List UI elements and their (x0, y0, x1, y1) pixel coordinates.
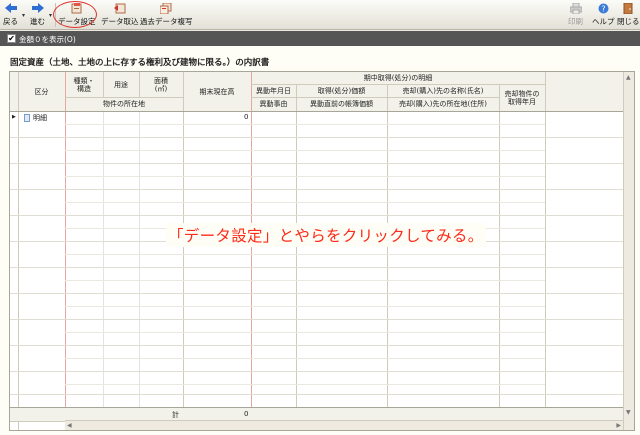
content-area: 固定資産（土地、土地の上に存する権利及び建物に限る。）の内訳書 区分 種類・ 構… (0, 46, 640, 435)
forward-button[interactable]: 進む (30, 2, 45, 28)
header-change-reason: 異動事由 (259, 100, 288, 108)
back-dropdown-icon[interactable]: ▾ (22, 12, 25, 19)
header-area: 面積 (㎡) (154, 77, 168, 93)
back-button[interactable]: 戻る (3, 2, 18, 28)
back-arrow-icon (4, 2, 18, 14)
past-data-copy-icon (159, 2, 173, 14)
header-change-date: 異動年月日 (256, 86, 291, 95)
header-seller-buyer-address: 売却(購入)先の所在地(住所) (399, 100, 487, 108)
vertical-scrollbar[interactable]: ▲ ▼ (623, 72, 634, 430)
detail-table: 区分 種類・ 構造 用途 面積 (㎡) 物件の所在地 期末現在高 期中取得(処分… (9, 71, 635, 431)
header-use: 用途 (114, 81, 128, 89)
printer-icon (569, 2, 583, 14)
options-bar: ✔ 金額０を表示(O) (0, 31, 640, 46)
total-label: 計 (172, 411, 179, 419)
toolbar: 戻る ▾ 進む ▾ データ設定 データ取込 過去データ複写 印刷 ? ヘルプ 閉… (0, 0, 640, 30)
close-label: 閉じる (617, 17, 640, 26)
row-category-value[interactable]: 明細 (33, 113, 47, 123)
data-import-icon (113, 2, 127, 14)
past-data-copy-button[interactable]: 過去データ複写 (140, 2, 193, 28)
past-data-copy-label: 過去データ複写 (140, 17, 193, 26)
page-title: 固定資産（土地、土地の上に存する権利及び建物に限る。）の内訳書 (10, 58, 270, 68)
show-zero-amounts-checkbox[interactable]: ✔ (7, 34, 16, 43)
scroll-right-icon[interactable]: ▶ (616, 422, 621, 429)
highlight-circle (53, 1, 97, 28)
print-button[interactable]: 印刷 (568, 2, 583, 28)
forward-dropdown-icon[interactable]: ▾ (49, 12, 52, 19)
current-row-indicator-icon: ▶ (12, 114, 16, 120)
close-door-icon (621, 2, 635, 14)
scroll-left-icon[interactable]: ◀ (67, 422, 72, 429)
help-label: ヘルプ (592, 17, 615, 26)
annotation-caption: 「データ設定」とやらをクリックしてみる。 (166, 223, 486, 247)
header-kind-structure: 種類・ 構造 (73, 77, 95, 93)
show-zero-amounts-label[interactable]: 金額０を表示(O) (19, 34, 76, 45)
horizontal-scrollbar[interactable]: ◀ ▶ (65, 420, 623, 430)
close-button[interactable]: 閉じる (617, 2, 640, 28)
row-period-end-balance-value[interactable]: 0 (244, 113, 248, 121)
help-button[interactable]: ? ヘルプ (592, 2, 615, 28)
header-sold-acquired-date: 売却物件の 取得年月 (504, 89, 540, 106)
scroll-down-icon[interactable]: ▼ (626, 409, 631, 416)
row-note-icon[interactable] (24, 114, 30, 122)
header-seller-buyer-name: 売却(購入)先の名称(氏名) (402, 86, 484, 95)
scroll-up-icon[interactable]: ▲ (626, 74, 631, 81)
header-acquisition-price: 取得(処分)価額 (317, 86, 366, 95)
forward-arrow-icon (31, 2, 45, 14)
data-import-label: データ取込 (101, 17, 139, 26)
header-period-group: 期中取得(処分)の明細 (363, 74, 433, 82)
forward-label: 進む (30, 17, 45, 26)
data-import-button[interactable]: データ取込 (101, 2, 139, 28)
print-label: 印刷 (568, 17, 583, 26)
header-category: 区分 (34, 87, 49, 96)
svg-text:?: ? (601, 4, 605, 13)
help-icon: ? (596, 2, 610, 14)
header-period-end-balance: 期末現在高 (199, 87, 235, 96)
header-location: 物件の所在地 (103, 100, 145, 108)
back-label: 戻る (3, 17, 18, 26)
total-value: 0 (244, 410, 249, 418)
header-book-value-before: 異動直前の帳簿価額 (310, 100, 373, 108)
